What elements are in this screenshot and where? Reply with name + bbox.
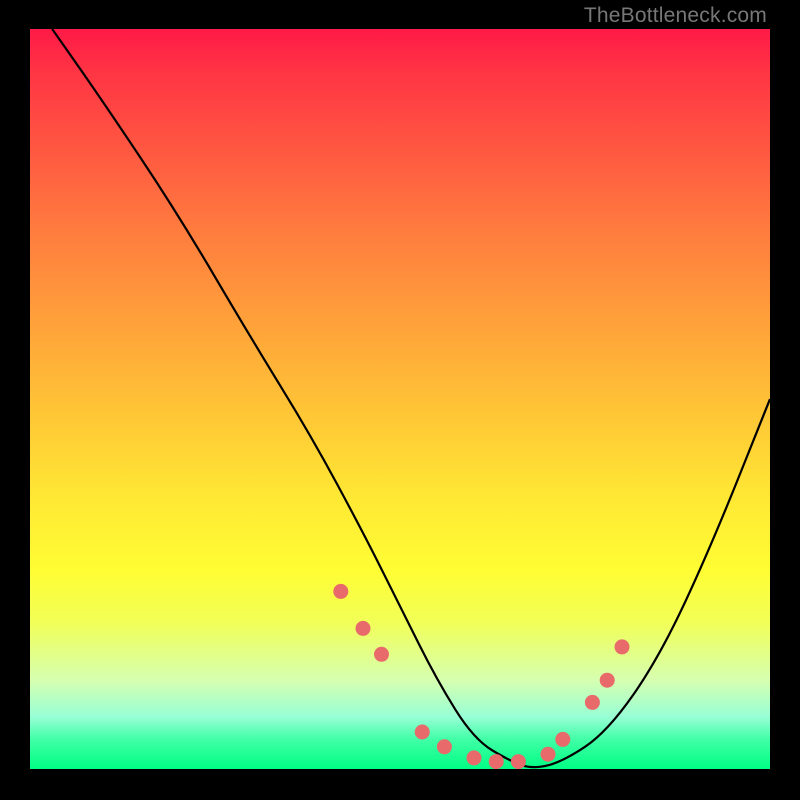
- marker-point: [585, 695, 600, 710]
- marker-point: [374, 647, 389, 662]
- marker-point: [333, 584, 348, 599]
- marker-point: [541, 747, 556, 762]
- marker-point: [555, 732, 570, 747]
- marker-point: [511, 754, 526, 769]
- marker-point: [615, 639, 630, 654]
- marker-point: [415, 725, 430, 740]
- marker-point: [437, 739, 452, 754]
- marker-point: [600, 673, 615, 688]
- marker-point: [467, 750, 482, 765]
- chart-frame: TheBottleneck.com: [0, 0, 800, 800]
- bottleneck-curve: [52, 29, 770, 767]
- marker-point: [489, 754, 504, 769]
- marker-point: [356, 621, 371, 636]
- chart-svg: [30, 29, 770, 769]
- plot-area: [30, 29, 770, 769]
- attribution-label: TheBottleneck.com: [584, 4, 767, 28]
